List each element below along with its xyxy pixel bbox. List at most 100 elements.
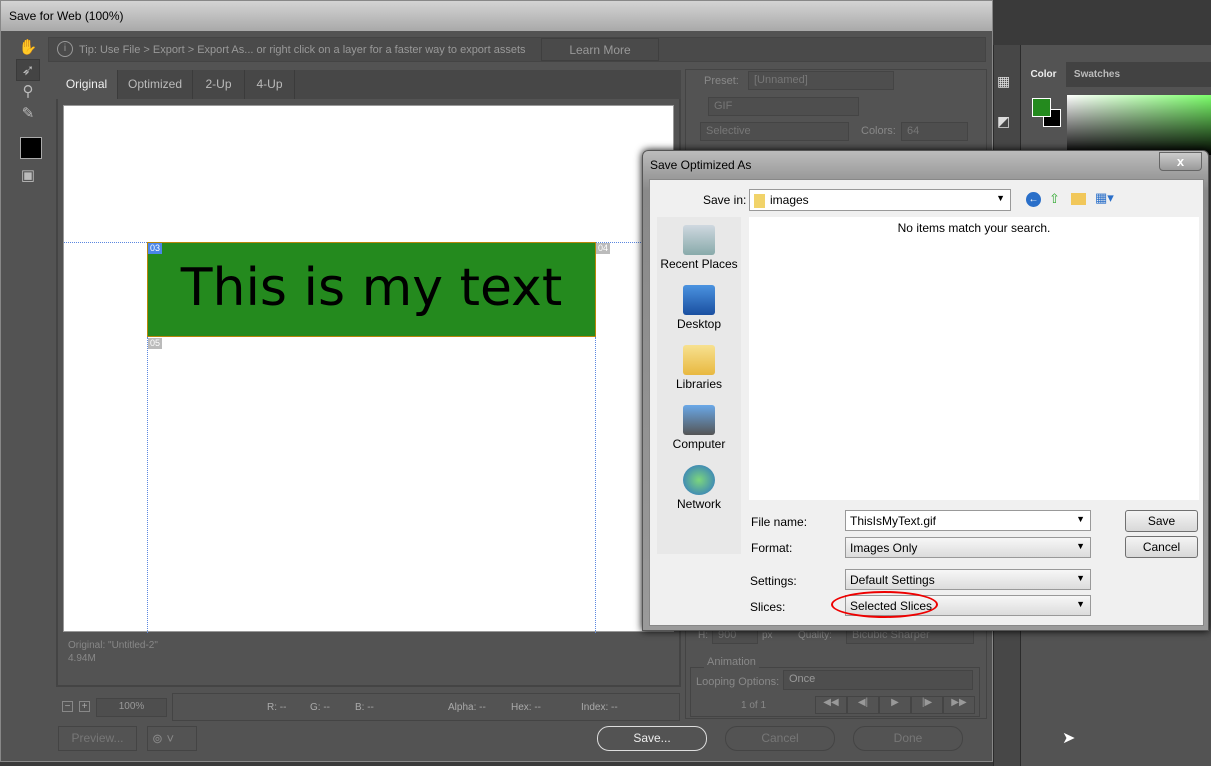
px-label: px <box>762 630 773 641</box>
place-label: Network <box>676 497 721 511</box>
height-label: H: <box>698 630 708 641</box>
zoom-out-icon[interactable]: − <box>62 701 73 712</box>
place-recent-places[interactable]: Recent Places <box>657 225 741 271</box>
last-frame-icon[interactable]: ▶▶ <box>943 696 975 714</box>
zoom-in-icon[interactable]: + <box>79 701 90 712</box>
reduction-select[interactable]: Selective <box>700 122 849 141</box>
eyedropper-color-swatch[interactable] <box>20 137 42 159</box>
preset-label: Preset: <box>704 75 739 87</box>
close-button[interactable]: x <box>1159 152 1202 171</box>
place-computer[interactable]: Computer <box>657 405 741 451</box>
history-icon[interactable]: ▦ <box>997 73 1010 90</box>
hex-readout: Hex: -- <box>511 702 541 713</box>
index-readout: Index: -- <box>581 702 618 713</box>
text-slice[interactable]: This is my text <box>147 242 596 337</box>
eyedropper-tool-icon[interactable]: ✎ <box>16 103 40 125</box>
new-folder-icon[interactable] <box>1071 193 1086 205</box>
zoom-tool-icon[interactable]: ⚲ <box>16 81 40 103</box>
up-folder-icon[interactable]: ⇧ <box>1049 191 1060 207</box>
green-readout: G: -- <box>310 702 330 713</box>
zoom-select[interactable]: 100% <box>96 698 167 717</box>
dialog-title: Save Optimized As <box>650 158 752 172</box>
settings-value: Default Settings <box>850 573 935 587</box>
format-select[interactable]: GIF <box>708 97 859 116</box>
slice-label-03[interactable]: 03 <box>148 243 163 254</box>
frame-counter: 1 of 1 <box>741 700 767 711</box>
file-name-value: ThisIsMyText.gif <box>850 514 937 528</box>
slice-guide <box>595 337 596 633</box>
slice-label-04[interactable]: 04 <box>596 243 611 254</box>
format-label: Format: <box>751 541 793 555</box>
first-frame-icon[interactable]: ◀◀ <box>815 696 847 714</box>
next-frame-icon[interactable]: |▶ <box>911 696 943 714</box>
tab-color[interactable]: Color <box>1021 62 1066 87</box>
slice-select-tool-icon[interactable]: ➶ <box>16 59 40 81</box>
tab-2-up[interactable]: 2-Up <box>193 70 245 99</box>
settings-select[interactable]: Default Settings ▼ <box>845 569 1091 590</box>
properties-icon[interactable]: ◩ <box>997 113 1010 130</box>
slice-label-05[interactable]: 05 <box>148 338 163 349</box>
view-menu-icon[interactable]: ▦▾ <box>1095 190 1114 206</box>
color-field[interactable] <box>1067 95 1211 155</box>
preset-select[interactable]: [Unnamed] <box>748 71 894 90</box>
place-label: Desktop <box>676 317 722 331</box>
save-button[interactable]: Save... <box>597 726 707 751</box>
slices-label: Slices: <box>750 600 786 614</box>
learn-more-button[interactable]: Learn More <box>541 38 659 61</box>
tip-text: Tip: Use File > Export > Export As... or… <box>79 44 526 56</box>
dialog-cancel-button[interactable]: Cancel <box>1125 536 1198 558</box>
tab-optimized[interactable]: Optimized <box>118 70 193 99</box>
back-icon[interactable]: ← <box>1026 192 1041 207</box>
cursor-icon: ➤ <box>1062 730 1076 747</box>
colors-input[interactable]: 64 <box>901 122 968 141</box>
prev-frame-icon[interactable]: ◀| <box>847 696 879 714</box>
animation-controls: ◀◀ ◀| ▶ |▶ ▶▶ <box>815 696 975 714</box>
place-label: Computer <box>672 437 726 451</box>
dialog-save-button[interactable]: Save <box>1125 510 1198 532</box>
play-icon[interactable]: ▶ <box>879 696 911 714</box>
place-network[interactable]: Network <box>657 465 741 511</box>
tip-bar: i Tip: Use File > Export > Export As... … <box>48 37 986 62</box>
tab-4-up[interactable]: 4-Up <box>245 70 295 99</box>
format-select[interactable]: Images Only ▼ <box>845 537 1091 558</box>
original-name: Original: "Untitled-2" <box>68 640 158 651</box>
looping-select[interactable]: Once <box>783 670 973 690</box>
empty-message: No items match your search. <box>897 221 1051 235</box>
dialog-body: Save in: images ▼ ← ⇧ ▦▾ Recent Places De… <box>649 179 1204 626</box>
save-in-select[interactable]: images ▼ <box>749 189 1011 211</box>
toggle-slices-icon[interactable]: ▣ <box>16 165 40 187</box>
quality-label: Quality: <box>798 630 832 641</box>
file-list[interactable]: No items match your search. <box>749 217 1199 500</box>
toolbox: ✋ ➶ ⚲ ✎ ▣ <box>16 37 46 207</box>
foreground-swatch[interactable] <box>1032 98 1051 117</box>
file-name-input[interactable]: ThisIsMyText.gif ▼ <box>845 510 1091 531</box>
places-bar: Recent Places Desktop Libraries Computer… <box>657 217 741 554</box>
animation-label: Animation <box>704 656 759 668</box>
done-button[interactable]: Done <box>853 726 963 751</box>
place-label: Libraries <box>675 377 723 391</box>
place-desktop[interactable]: Desktop <box>657 285 741 331</box>
format-value: Images Only <box>850 541 918 555</box>
info-icon: i <box>57 41 73 57</box>
tab-swatches[interactable]: Swatches <box>1066 62 1128 87</box>
cancel-button[interactable]: Cancel <box>725 726 835 751</box>
preview-button[interactable]: Preview... <box>58 726 137 751</box>
place-libraries[interactable]: Libraries <box>657 345 741 391</box>
red-highlight-ellipse <box>831 591 938 618</box>
alpha-readout: Alpha: -- <box>448 702 486 713</box>
red-readout: R: -- <box>267 702 287 713</box>
tab-original[interactable]: Original <box>56 70 118 99</box>
save-optimized-as-dialog: Save Optimized As x Save in: images ▼ ← ⇧… <box>642 150 1209 631</box>
browser-preview-icon[interactable]: ⊚ ˅ <box>147 726 197 751</box>
slice-guide <box>147 337 148 633</box>
view-tabs: Original Optimized 2-Up 4-Up <box>56 70 681 99</box>
pixel-info-bar: R: -- G: -- B: -- Alpha: -- Hex: -- Inde… <box>172 693 680 721</box>
window-title: Save for Web (100%) <box>1 1 992 31</box>
image-preview[interactable]: This is my text 03 04 05 <box>63 105 675 633</box>
colors-label: Colors: <box>861 125 896 137</box>
original-size: 4.94M <box>68 653 96 664</box>
settings-label: Settings: <box>750 574 797 588</box>
save-in-value: images <box>770 193 809 207</box>
hand-tool-icon[interactable]: ✋ <box>16 37 40 59</box>
place-label: Recent Places <box>660 257 738 271</box>
